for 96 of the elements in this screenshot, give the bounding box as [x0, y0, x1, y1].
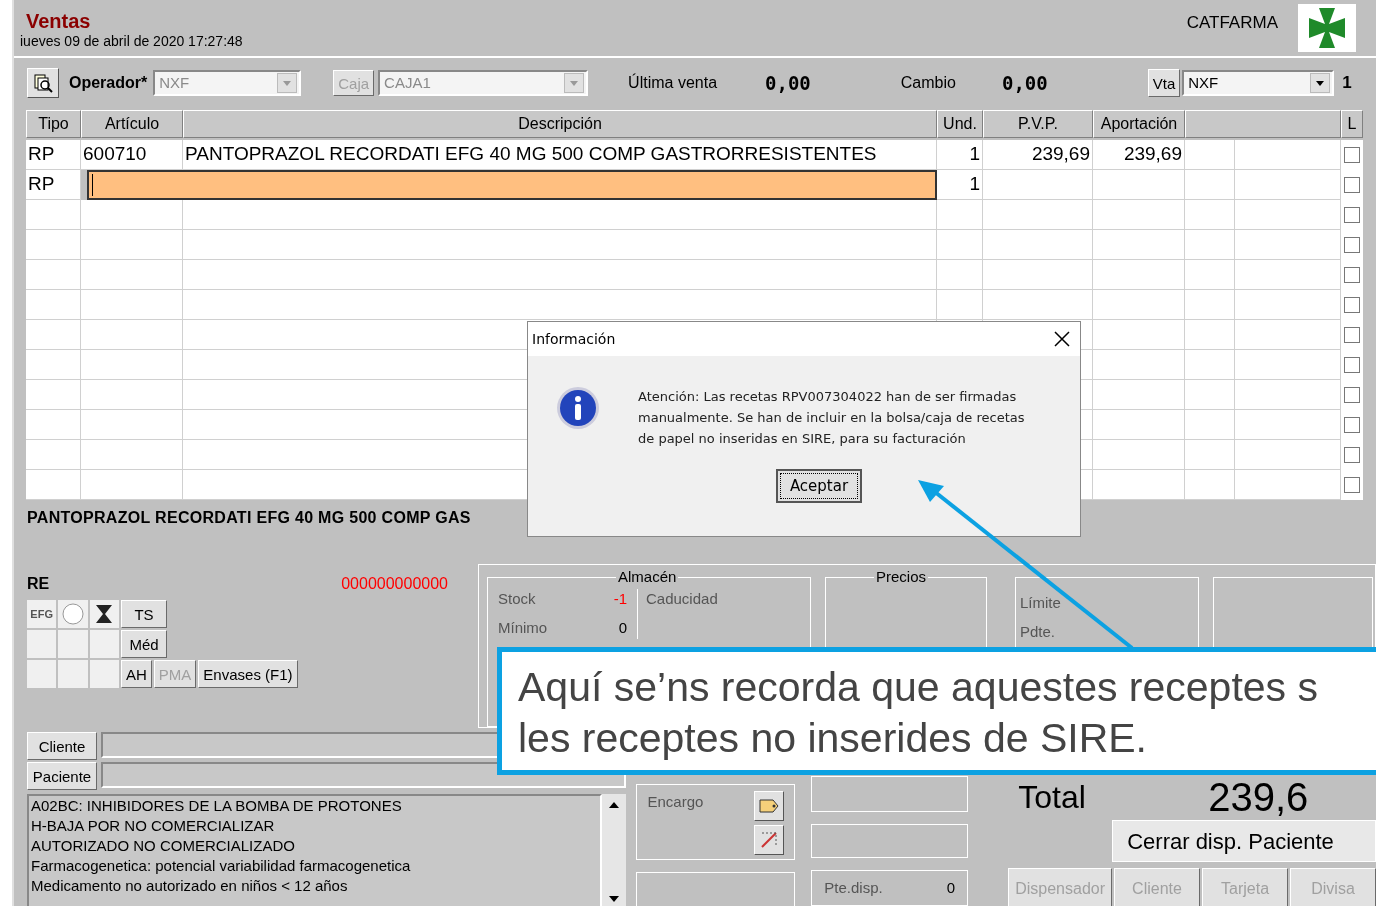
row-checkbox[interactable] — [1344, 357, 1360, 373]
hourglass-icon — [89, 600, 119, 628]
note-line: H-BAJA POR NO COMERCIALIZAR — [31, 816, 276, 836]
encargo-label: Encargo — [647, 792, 704, 812]
cross-logo — [1298, 4, 1356, 52]
column-header[interactable]: P.V.P. — [983, 110, 1093, 138]
table-cell: 239,69 — [983, 140, 1093, 170]
table-cell — [937, 200, 983, 230]
table-cell: PANTOPRAZOL RECORDATI EFG 40 MG 500 COMP GASTRORRESISTENTES — [183, 140, 937, 170]
table-cell — [937, 230, 983, 260]
change-label: Cambio — [900, 73, 956, 93]
description-input[interactable] — [87, 170, 937, 200]
client-button[interactable]: Cliente — [27, 732, 97, 760]
table-cell: RP — [26, 140, 81, 170]
row-checkbox[interactable] — [1344, 207, 1360, 223]
brand-name: CATFARMA — [1186, 12, 1278, 34]
total-label: Total — [1017, 781, 1087, 813]
stock-value: 0 — [618, 617, 627, 638]
stock-label: Mínimo — [498, 617, 548, 638]
counter: 1 — [1342, 72, 1352, 94]
close-patient-button[interactable]: Cerrar disp. Paciente — [1112, 820, 1376, 862]
search-document-icon[interactable] — [27, 68, 59, 98]
row-checkbox[interactable] — [1344, 327, 1360, 343]
client-button[interactable]: Paciente — [27, 762, 97, 790]
vta-button[interactable]: Vta — [1147, 69, 1181, 97]
ts-button[interactable]: TS — [121, 600, 167, 628]
change-value: 0,00 — [1001, 70, 1048, 96]
row-checkbox[interactable] — [1344, 147, 1360, 163]
panel-button[interactable]: Envases (F1) — [198, 660, 298, 688]
re-label: RE — [27, 574, 50, 594]
table-cell — [26, 320, 81, 350]
column-header[interactable]: Tipo — [26, 110, 81, 138]
scrollbar[interactable] — [602, 794, 627, 906]
stock-label: Stock — [498, 589, 536, 609]
table-cell — [26, 290, 81, 320]
pending-label: Pte.disp. — [824, 877, 883, 898]
table-cell — [937, 290, 983, 320]
stock-value: -1 — [613, 589, 627, 609]
tag-icon[interactable] — [754, 791, 785, 821]
table-cell — [26, 200, 81, 230]
dialog-title: Información — [532, 329, 616, 349]
selected-description: PANTOPRAZOL RECORDATI EFG 40 MG 500 COMP GAS — [27, 508, 471, 528]
table-cell: RP — [26, 170, 81, 200]
window-title: Ventas — [26, 10, 92, 32]
column-header[interactable]: Und. — [937, 110, 983, 138]
operator-label: Operador* — [69, 73, 148, 93]
column-header[interactable]: Descripción — [183, 110, 937, 138]
table-cell — [26, 230, 81, 260]
row-checkbox[interactable] — [1344, 447, 1360, 463]
note-line: Medicamento no autorizado en niños < 12 años — [31, 876, 349, 896]
dropdown-field[interactable]: NXF — [1182, 70, 1335, 96]
scroll-down-icon[interactable] — [609, 896, 620, 902]
row-checkbox[interactable] — [1344, 237, 1360, 253]
note-line: Farmacogenetica: potencial variabilidad farmacogenetica — [31, 856, 412, 876]
row-checkbox[interactable] — [1344, 297, 1360, 313]
dialog-message: Atención: Las recetas RPV007304022 han de ser firmadas manualmente. Se han de incluir en la bolsa/caja de recetas de papel no inseridas en SIRE, para su facturación — [638, 388, 1026, 448]
info-icon — [556, 386, 600, 430]
note-line: AUTORIZADO NO COMERCIALIZADO — [31, 836, 296, 856]
table-cell — [937, 260, 983, 290]
limit-label: Pdte. — [1020, 621, 1056, 642]
table-cell: 1 — [937, 170, 983, 200]
generic-drug-badge: EFG — [27, 600, 57, 628]
row-checkbox[interactable] — [1344, 387, 1360, 403]
table-cell: 600710 — [81, 140, 183, 170]
close-icon[interactable] — [1054, 331, 1070, 347]
total-amount: 239,6 — [1207, 777, 1309, 817]
scroll-up-icon[interactable] — [609, 802, 620, 808]
table-cell: 1 — [937, 140, 983, 170]
last-sale-label: Última venta — [628, 72, 718, 93]
table-cell — [26, 380, 81, 410]
med-button[interactable]: Méd — [121, 630, 167, 658]
row-checkbox[interactable] — [1344, 417, 1360, 433]
expiry-label: Caducidad — [646, 589, 718, 609]
re-code: 000000000000 — [341, 574, 448, 594]
accept-button[interactable]: Aceptar — [776, 469, 862, 503]
row-checkbox[interactable] — [1344, 267, 1360, 283]
pending-value: 0 — [946, 877, 956, 898]
row-checkbox[interactable] — [1344, 477, 1360, 493]
column-header[interactable]: L — [1341, 110, 1363, 138]
edit-icon[interactable] — [754, 825, 785, 855]
row-checkbox[interactable] — [1344, 177, 1360, 193]
column-header[interactable]: Aportación — [1093, 110, 1185, 138]
column-header[interactable] — [1185, 110, 1341, 138]
panel-button[interactable]: AH — [121, 660, 152, 688]
column-header[interactable]: Artículo — [81, 110, 183, 138]
table-cell — [26, 350, 81, 380]
limit-label: Límite — [1020, 593, 1061, 613]
date-time: iueves 09 de abril de 2020 17:27:48 — [20, 32, 243, 50]
table-cell — [26, 260, 81, 290]
last-sale-value: 0,00 — [765, 70, 811, 96]
note-line: A02BC: INHIBIDORES DE LA BOMBA DE PROTONES — [31, 796, 403, 816]
table-cell — [26, 440, 81, 470]
callout-text: Aquí se’ns recorda que aquestes receptes s les receptes no inserides de SIRE. — [518, 663, 1319, 763]
table-cell: 239,69 — [1093, 140, 1185, 170]
table-cell — [26, 470, 81, 500]
table-cell — [26, 410, 81, 440]
